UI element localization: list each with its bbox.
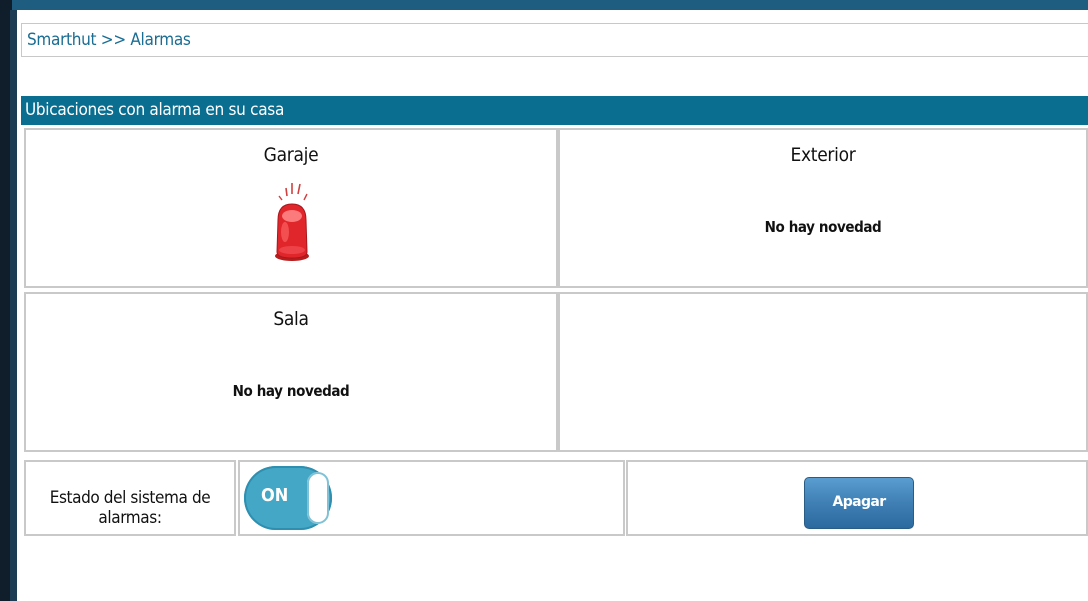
system-toggle-cell: ON [238, 460, 625, 536]
location-status: No hay novedad [764, 218, 882, 236]
breadcrumb[interactable]: Smarthut >> Alarmas [21, 23, 1088, 57]
location-status: No hay novedad [232, 382, 350, 400]
location-cell-garaje: Garaje [24, 128, 558, 288]
location-cell-sala: Sala No hay novedad [24, 292, 558, 452]
toggle-knob [307, 472, 329, 524]
system-label-cell: Estado del sistema de alarmas: [24, 460, 236, 536]
apagar-alarmas-button[interactable]: Apagar Alarmas [804, 477, 914, 558]
toggle-state-label: ON [261, 485, 289, 506]
system-status-label: Estado del sistema de alarmas: [49, 488, 211, 528]
window-top-border [0, 0, 1088, 10]
location-cell-exterior: Exterior No hay novedad [558, 128, 1088, 288]
location-title: Garaje [263, 144, 319, 166]
location-title: Sala [273, 308, 309, 330]
window-left-border-inner [10, 10, 17, 601]
location-title: Exterior [790, 144, 856, 166]
siren-light-icon [275, 183, 309, 261]
alarm-system-toggle[interactable]: ON [244, 466, 332, 530]
section-header: Ubicaciones con alarma en su casa [21, 96, 1088, 125]
system-button-cell: Apagar Alarmas [626, 460, 1088, 558]
page-content: Smarthut >> Alarmas Ubicaciones con alar… [17, 10, 1088, 601]
location-cell-empty [558, 292, 1088, 452]
